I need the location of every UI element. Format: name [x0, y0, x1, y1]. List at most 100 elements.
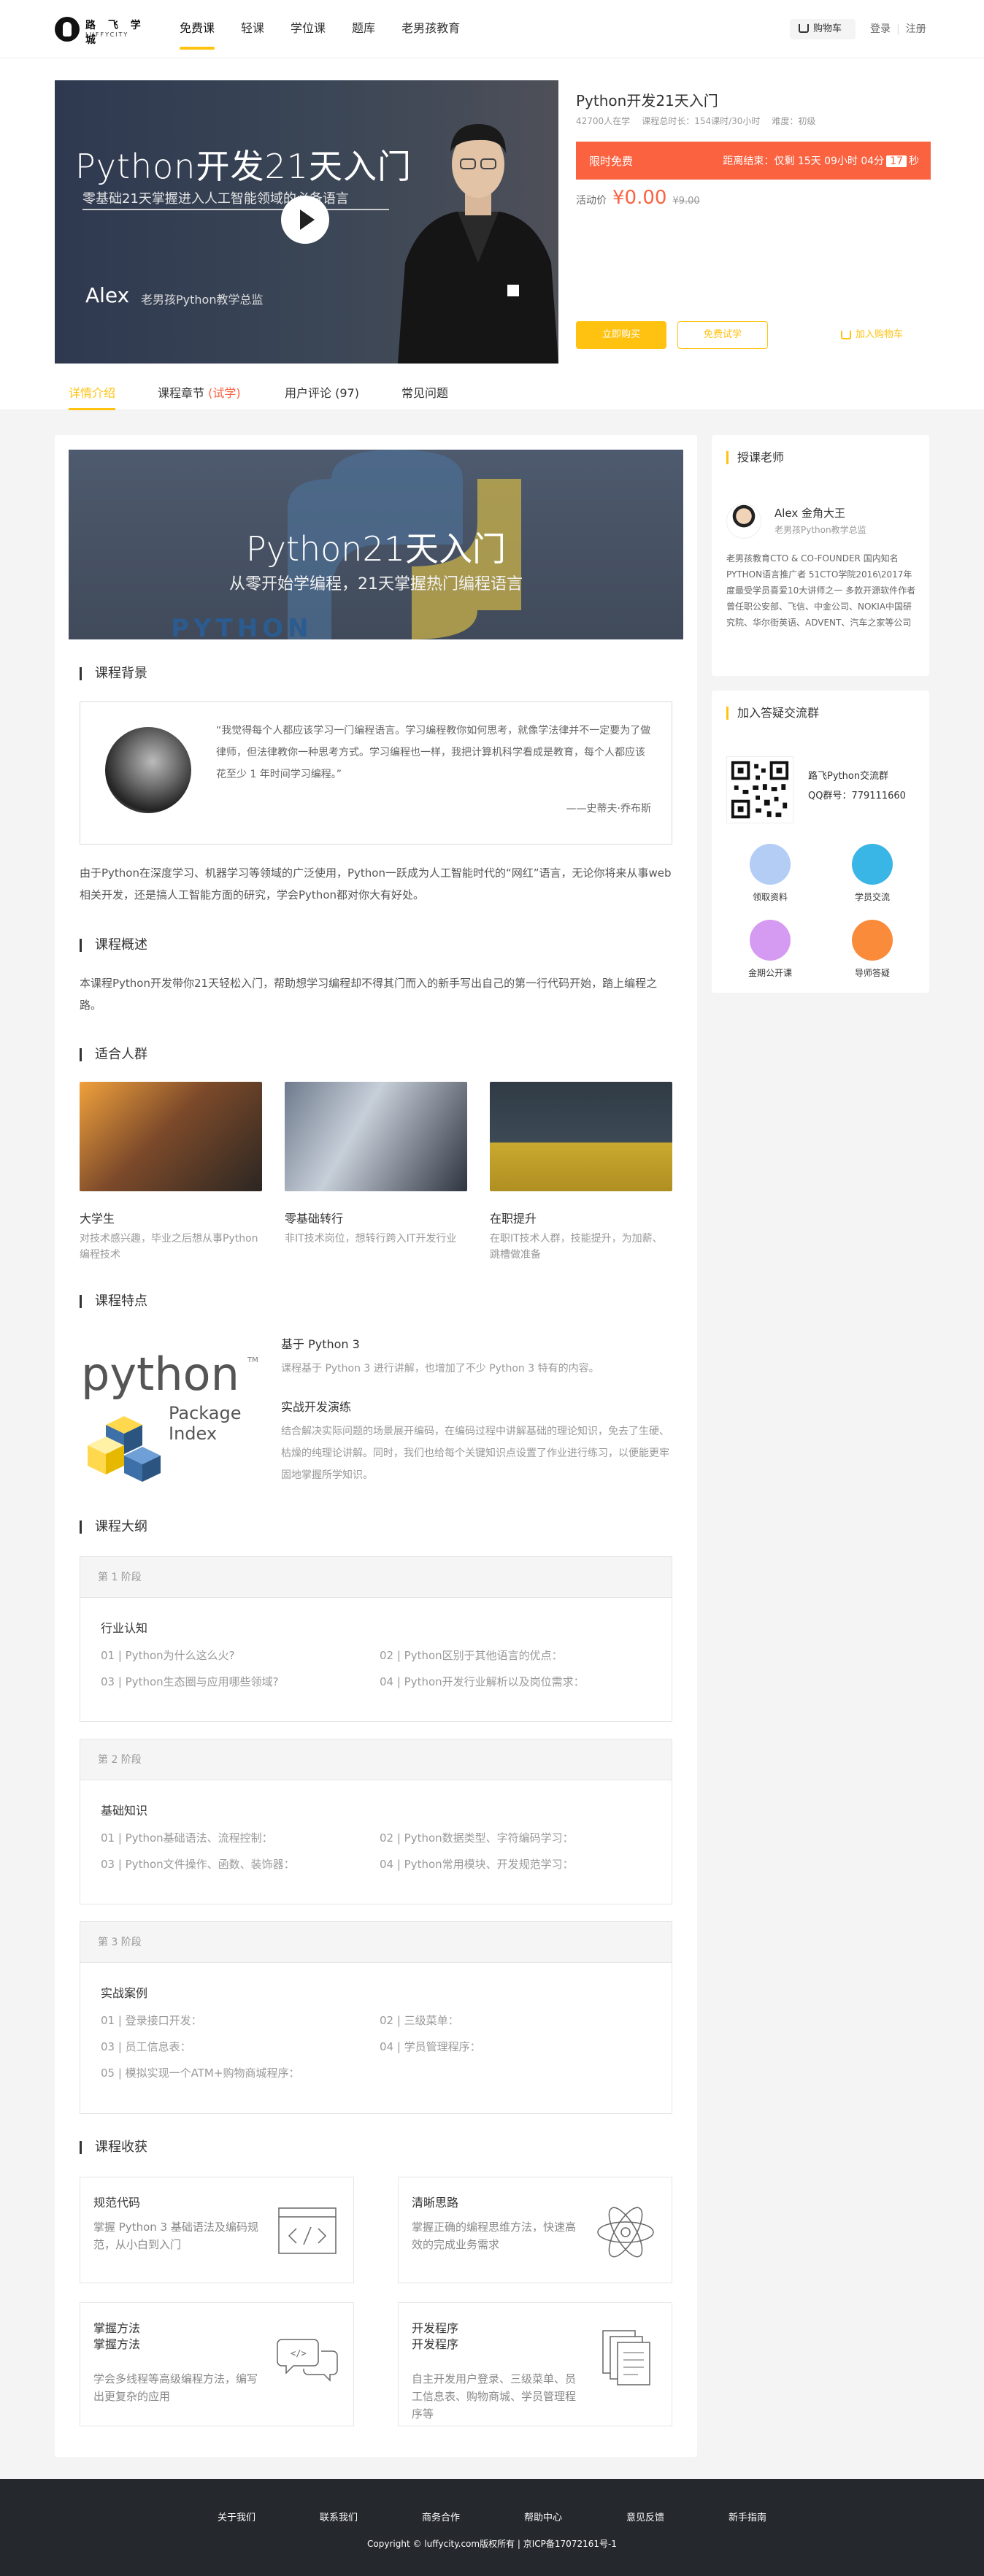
tab-chapters-trial: (试学): [208, 386, 241, 400]
countdown-suffix: 秒: [909, 155, 919, 167]
footer-link-about[interactable]: 关于我们: [185, 2510, 288, 2523]
section-heading-background: 课程背景: [80, 667, 147, 680]
course-duration: 课程总时长：154课时/30小时: [642, 116, 761, 126]
stage-lesson[interactable]: 01 | Python基础语法、流程控制：: [101, 1830, 273, 1845]
quote-author: ——史蒂夫·乔布斯: [566, 803, 651, 815]
gain-desc: 掌握 Python 3 基础语法及编码规范，从小白到入门: [93, 2221, 258, 2251]
audience-desc: 在职IT技术人群，技能提升，为加薪、跳槽做准备: [490, 1233, 663, 1261]
stage-lesson[interactable]: 04 | Python常用模块、开发规范学习：: [380, 1856, 574, 1872]
audience-card: 在职提升 在职IT技术人群，技能提升，为加薪、跳槽做准备: [490, 1082, 672, 1263]
footer-link-help[interactable]: 帮助中心: [492, 2510, 594, 2523]
stage-lesson[interactable]: 01 | 登录接口开发：: [101, 2012, 202, 2028]
course-banner: PYTHON Python21天入门 从零开始学编程，21天掌握热门编程语言: [69, 450, 683, 639]
quote-author-avatar: [105, 727, 191, 813]
section-heading-features: 课程特点: [80, 1295, 147, 1308]
video-title: Python开发21天入门: [75, 147, 412, 186]
course-video[interactable]: Python开发21天入门 零基础21天掌握进入人工智能领域的必备语言 Alex…: [55, 80, 558, 364]
stage-label: 第 3 阶段: [80, 1922, 672, 1963]
footer-link-business[interactable]: 商务合作: [390, 2510, 492, 2523]
tab-reviews[interactable]: 用户评论 (97): [285, 369, 359, 410]
group-name: 路飞Python交流群: [808, 771, 889, 782]
auth-separator: |: [896, 23, 900, 35]
site-header: 路 飞 学 城 LUFFYCITY 免费课 轻课 学位课 题库 老男孩教育 购物…: [0, 0, 984, 58]
audience-photo: [490, 1082, 672, 1191]
cart-button[interactable]: 购物车: [790, 19, 856, 39]
gain-title: 清晰思路: [412, 2196, 459, 2210]
course-meta: 42700人在学 课程总时长：154课时/30小时 难度：初级: [576, 115, 827, 127]
logo-mark-icon: [55, 17, 80, 42]
tab-chapters[interactable]: 课程章节 (试学): [158, 369, 241, 410]
promo-bar: 限时免费 距离结束：仅剩 15天 09小时 04分 17 秒: [576, 142, 931, 180]
pypi-logo-tm: TM: [247, 1356, 258, 1364]
stage-lesson[interactable]: 02 | Python区别于其他语言的优点：: [380, 1648, 563, 1663]
banner-python-word: PYTHON: [171, 614, 313, 639]
footer-link-guide[interactable]: 新手指南: [696, 2510, 799, 2523]
student-exchange-button[interactable]: 学员交流: [843, 844, 902, 903]
group-actions: 领取资料 学员交流 金期公开课 导师答疑: [726, 844, 915, 983]
stage-lesson[interactable]: 02 | 三级菜单：: [380, 2012, 459, 2028]
nav-light-courses[interactable]: 轻课: [241, 0, 264, 58]
price-row: 活动价 ¥0.00 ¥9.00: [576, 187, 700, 209]
mentor-qa-button[interactable]: 导师答疑: [843, 920, 902, 979]
footer-link-contact[interactable]: 联系我们: [288, 2510, 390, 2523]
nav-degree-courses[interactable]: 学位课: [291, 0, 326, 58]
stage-lesson[interactable]: 02 | Python数据类型、字符编码学习：: [380, 1830, 574, 1845]
add-to-cart-button[interactable]: 加入购物车: [839, 321, 903, 349]
quote-box: “我觉得每个人都应该学习一门编程语言。学习编程教你如何思考，就像学法律并不一定要…: [80, 701, 672, 845]
audience-photo: [80, 1082, 262, 1191]
play-button[interactable]: [281, 196, 329, 244]
gain-desc: 掌握正确的编程思维方法，快速高效的完成业务需求: [412, 2221, 577, 2251]
audience-photo: [285, 1082, 467, 1191]
gain-title: 规范代码: [93, 2196, 141, 2210]
open-class-button[interactable]: 金期公开课: [741, 920, 799, 979]
login-link[interactable]: 登录: [870, 23, 891, 35]
materials-icon: [750, 844, 791, 885]
audience-desc: 对技术感兴趣，毕业之后想从事Python编程技术: [80, 1233, 258, 1261]
nav-free-courses[interactable]: 免费课: [180, 0, 215, 58]
stage-label: 第 1 阶段: [80, 1557, 672, 1598]
section-heading-outline: 课程大纲: [80, 1520, 147, 1534]
stage-lesson[interactable]: 04 | 学员管理程序：: [380, 2039, 481, 2054]
promo-label: 限时免费: [589, 155, 634, 168]
svg-text:</>: </>: [291, 2348, 307, 2358]
stage-lesson[interactable]: 05 | 模拟实现一个ATM+购物商城程序：: [101, 2065, 299, 2080]
gain-card: 清晰思路 掌握正确的编程思维方法，快速高效的完成业务需求: [398, 2177, 672, 2283]
stage-lesson[interactable]: 03 | Python文件操作、函数、装饰器：: [101, 1856, 295, 1872]
course-level: 难度：初级: [772, 116, 816, 126]
audience-card: 零基础转行 非IT技术岗位，想转行跨入IT开发行业: [285, 1082, 467, 1247]
nav-question-bank[interactable]: 题库: [352, 0, 375, 58]
audience-name: 大学生: [80, 1212, 115, 1226]
tab-faq[interactable]: 常见问题: [401, 369, 448, 410]
student-exchange-label: 学员交流: [854, 892, 890, 902]
gain-card: 规范代码 掌握 Python 3 基础语法及编码规范，从小白到入门: [80, 2177, 354, 2283]
free-trial-button[interactable]: 免费试学: [677, 321, 768, 349]
nav-oldboy[interactable]: 老男孩教育: [401, 0, 460, 58]
course-title: Python开发21天入门: [576, 92, 718, 109]
footer-links: 关于我们 联系我们 商务合作 帮助中心 意见反馈 新手指南: [0, 2510, 984, 2523]
teacher-avatar: [726, 504, 761, 539]
teacher-heading: 授课老师: [726, 451, 784, 464]
buy-now-button[interactable]: 立即购买: [576, 321, 666, 349]
background-paragraph: 由于Python在深度学习、机器学习等领域的广泛使用，Python一跃成为人工智…: [80, 866, 672, 901]
stage-lesson[interactable]: 03 | 员工信息表：: [101, 2039, 191, 2054]
audience-list: 大学生 对技术感兴趣，毕业之后想从事Python编程技术 零基础转行 非IT技术…: [80, 1082, 672, 1261]
feature-desc: 课程基于 Python 3 进行讲解，也增加了不少 Python 3 特有的内容…: [281, 1363, 599, 1374]
stage-lesson[interactable]: 03 | Python生态圈与应用哪些领域?: [101, 1674, 279, 1689]
main-nav: 免费课 轻课 学位课 题库 老男孩教育: [180, 0, 486, 58]
gain-card: 掌握方法 掌握方法 学会多线程等高级编程方法，编写出更复杂的应用 </>: [80, 2302, 354, 2426]
tab-details[interactable]: 详情介绍: [69, 369, 116, 410]
footer-link-feedback[interactable]: 意见反馈: [594, 2510, 696, 2523]
stage-lesson[interactable]: 01 | Python为什么这么火?: [101, 1648, 235, 1663]
stage-lesson[interactable]: 04 | Python开发行业解析以及岗位需求：: [380, 1674, 585, 1689]
teacher-bio: 老男孩教育CTO & CO-FOUNDER 国内知名PYTHON语言推广者 51…: [726, 553, 916, 628]
overview-paragraph: 本课程Python开发带你21天轻松入门，帮助想学习编程却不得其门而入的新手写出…: [80, 977, 658, 1012]
site-logo[interactable]: 路 飞 学 城 LUFFYCITY: [55, 16, 164, 46]
chat-icon: [852, 844, 893, 885]
banner-title: Python21天入门: [246, 529, 506, 569]
auth-links: 登录 | 注册: [870, 19, 926, 39]
qa-group-card: 加入答疑交流群 路飞Python交流群 QQ群号：779111660 领取资料 …: [712, 691, 929, 993]
get-materials-button[interactable]: 领取资料: [741, 844, 799, 903]
gain-desc: 自主开发用户登录、三级菜单、员工信息表、购物商城、学员管理程序等: [412, 2372, 577, 2421]
register-link[interactable]: 注册: [906, 23, 926, 35]
audience-name: 在职提升: [490, 1212, 537, 1226]
